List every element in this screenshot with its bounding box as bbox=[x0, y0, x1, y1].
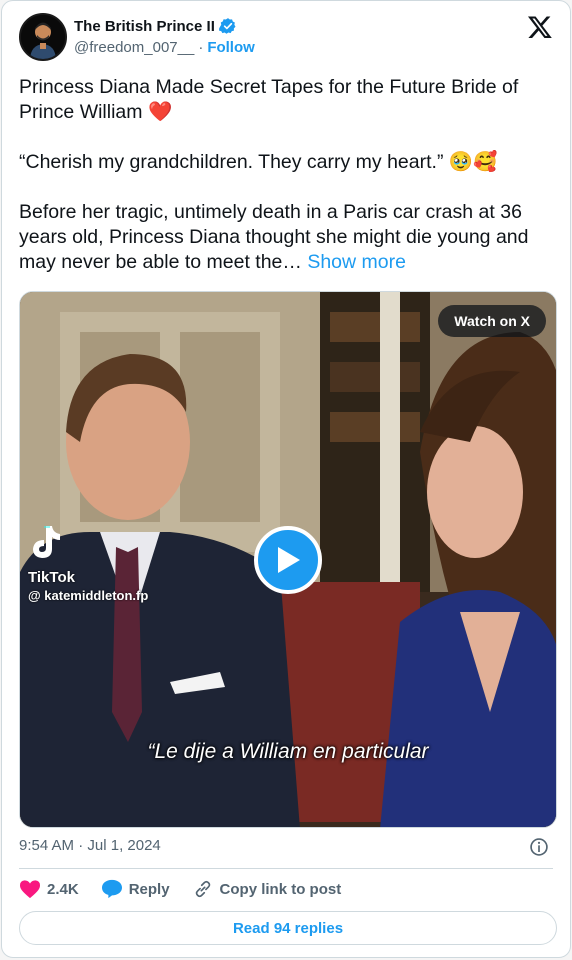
video-caption: “Le dije a William en particular bbox=[147, 740, 429, 763]
avatar[interactable] bbox=[19, 13, 67, 61]
tweet-text: Princess Diana Made Secret Tapes for the… bbox=[19, 75, 559, 275]
tweet-line-3: Before her tragic, untimely death in a P… bbox=[19, 201, 534, 273]
watch-on-x-button[interactable]: Watch on X bbox=[438, 305, 546, 337]
like-count: 2.4K bbox=[47, 880, 79, 898]
author-handle-row: @freedom_007__ · Follow bbox=[74, 39, 255, 56]
heart-emoji: ❤️ bbox=[147, 101, 173, 123]
tiktok-handle: @ katemiddleton.fp bbox=[28, 588, 149, 603]
tiktok-logo-icon bbox=[33, 526, 60, 558]
post-time[interactable]: 9:54 AM bbox=[19, 837, 74, 854]
play-icon bbox=[278, 547, 300, 573]
separator-dot: · bbox=[78, 837, 84, 854]
separator-dot: · bbox=[198, 39, 204, 56]
read-replies-button[interactable]: Read 94 replies bbox=[19, 911, 557, 945]
tiktok-label: TikTok bbox=[28, 569, 75, 586]
show-more-link[interactable]: Show more bbox=[307, 251, 406, 273]
author-name-row[interactable]: The British Prince II bbox=[74, 17, 237, 35]
tweet-line-1: Princess Diana Made Secret Tapes for the… bbox=[19, 76, 524, 123]
action-bar: 2.4K Reply Copy link to post bbox=[19, 879, 363, 899]
divider bbox=[19, 868, 553, 869]
tiktok-watermark: TikTok @ katemiddleton.fp bbox=[28, 524, 148, 603]
reply-label: Reply bbox=[128, 880, 170, 898]
copy-link-label: Copy link to post bbox=[219, 880, 342, 898]
tweet-line-2: “Cherish my grandchildren. They carry my… bbox=[19, 151, 444, 173]
author-name[interactable]: The British Prince II bbox=[74, 18, 215, 35]
like-button[interactable]: 2.4K bbox=[19, 879, 79, 899]
reply-button[interactable]: Reply bbox=[101, 879, 170, 899]
avatar-cartoon-man-icon bbox=[21, 15, 65, 59]
play-button[interactable] bbox=[254, 526, 322, 594]
link-icon bbox=[195, 880, 210, 898]
heart-icon bbox=[20, 880, 40, 899]
reply-bubble-icon bbox=[101, 879, 122, 899]
video-player[interactable]: Watch on X TikTok @ katemiddleton.fp “Le… bbox=[19, 291, 557, 828]
author-handle[interactable]: @freedom_007__ bbox=[74, 39, 194, 56]
info-icon[interactable] bbox=[529, 837, 549, 857]
tweet-card: The British Prince II @freedom_007__ · F… bbox=[1, 0, 571, 958]
timestamp[interactable]: 9:54 AM · Jul 1, 2024 bbox=[19, 837, 161, 854]
follow-button[interactable]: Follow bbox=[207, 39, 255, 56]
face-emojis: 🥹🥰 bbox=[448, 151, 498, 173]
post-date[interactable]: Jul 1, 2024 bbox=[87, 837, 160, 854]
copy-link-button[interactable]: Copy link to post bbox=[192, 879, 342, 899]
x-logo-icon[interactable] bbox=[527, 14, 553, 40]
verified-badge-icon bbox=[218, 18, 236, 34]
